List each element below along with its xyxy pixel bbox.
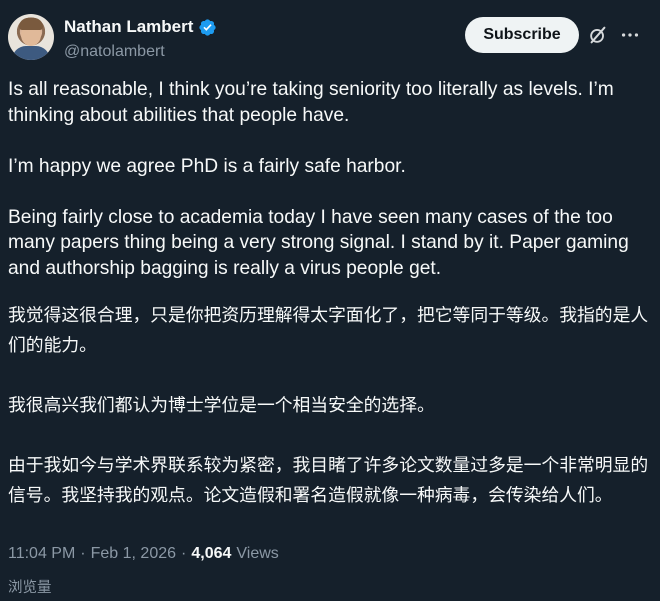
meta-separator: · [80,545,86,562]
tweet-text-english: Is all reasonable, I think you’re taking… [8,77,648,281]
verified-badge-icon [198,18,217,37]
avatar[interactable] [8,14,54,60]
views-label: Views [236,545,279,562]
author-handle[interactable]: @natolambert [64,43,165,61]
tweet-meta: 11:04 PM · Feb 1, 2026 · 4,064 Views [8,545,279,563]
tweet-paragraph: Is all reasonable, I think you’re taking… [8,79,614,126]
translation-paragraph: 我觉得这很合理，只是你把资历理解得太字面化了，把它等同于等级。我指的是人们的能力… [8,305,649,356]
author-display-name[interactable]: Nathan Lambert [64,17,193,37]
tweet-card: Nathan Lambert @natolambert Subscribe Is… [0,0,660,601]
tweet-paragraph: I’m happy we agree PhD is a fairly safe … [8,155,406,177]
translation-paragraph: 由于我如今与学术界联系较为紧密，我目睹了许多论文数量过多是一个非常明显的信号。我… [8,455,649,506]
grok-slash-icon[interactable] [587,24,609,46]
views-count: 4,064 [191,545,232,562]
subscribe-button[interactable]: Subscribe [465,17,579,53]
tweet-date[interactable]: Feb 1, 2026 [91,545,176,563]
meta-separator: · [181,545,187,562]
tweet-time[interactable]: 11:04 PM [8,545,75,563]
author-name-row: Nathan Lambert [64,17,217,37]
views-label-translation: 浏览量 [8,580,52,596]
tweet-text-translation: 我觉得这很合理，只是你把资历理解得太字面化了，把它等同于等级。我指的是人们的能力… [8,301,654,511]
translation-paragraph: 我很高兴我们都认为博士学位是一个相当安全的选择。 [8,395,435,416]
tweet-paragraph: Being fairly close to academia today I h… [8,206,629,279]
more-dots-icon[interactable] [619,24,641,46]
